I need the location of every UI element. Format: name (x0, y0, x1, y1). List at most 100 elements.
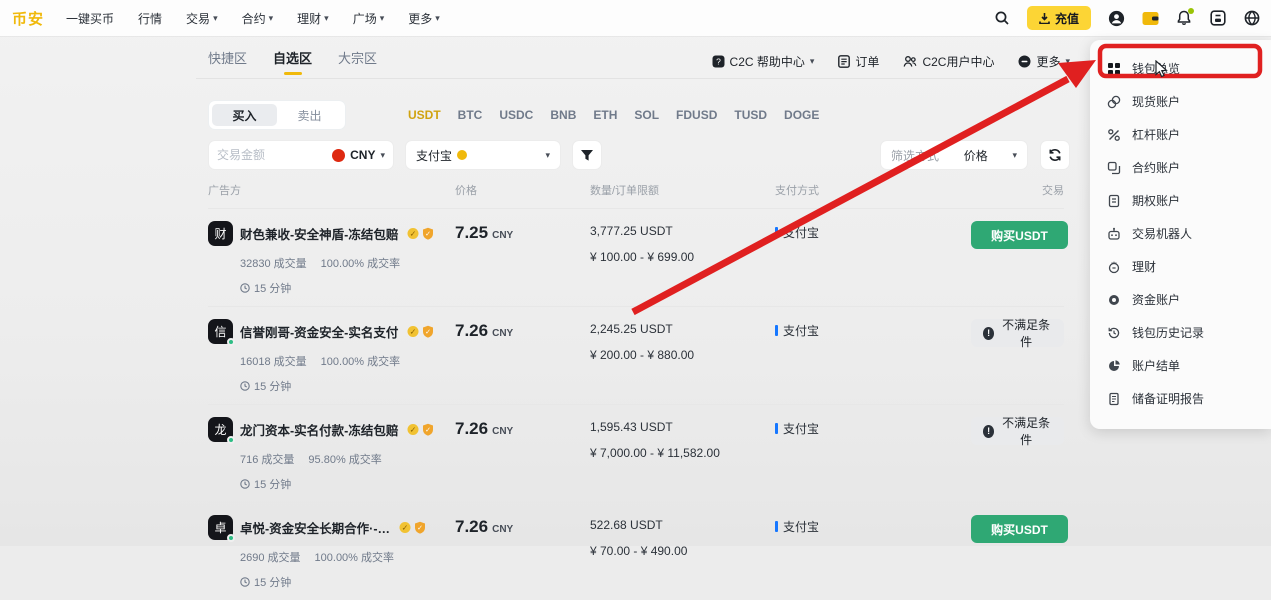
funnel-icon (580, 149, 594, 162)
menu-item-wallet-overview[interactable]: 钱包总览 (1090, 52, 1271, 85)
zone-tabs-row: 快捷区 自选区 大宗区 ? C2C 帮助中心 ▾ 订单 C2C用户中心 更多 ▾ (208, 46, 1070, 76)
payment-method-select[interactable]: 支付宝 ▾ (405, 140, 561, 170)
conditions-not-met-button[interactable]: ! 不满足条件 (971, 417, 1064, 445)
coin-tabs: USDT BTC USDC BNB ETH SOL FDUSD TUSD DOG… (408, 108, 819, 122)
nav-item-markets[interactable]: 行情 (138, 10, 162, 27)
order-limits: ¥ 100.00 - ¥ 699.00 (590, 250, 775, 264)
coin-tab-usdc[interactable]: USDC (499, 108, 533, 122)
merchant-name[interactable]: 财色兼收-安全神盾-冻结包赔 (240, 224, 398, 243)
merchant-name[interactable]: 卓悦-资金安全长期合作·-… (240, 518, 390, 537)
menu-item-account-statement[interactable]: 账户结单 (1090, 349, 1271, 382)
release-time: 15 分钟 (240, 280, 455, 296)
buy-usdt-button[interactable]: 购买USDT (971, 221, 1068, 249)
coin-tab-sol[interactable]: SOL (634, 108, 659, 122)
payment-cell: 支付宝 (775, 515, 971, 535)
available-amount: 522.68 USDT (590, 518, 775, 532)
menu-item-margin-account[interactable]: 杠杆账户 (1090, 118, 1271, 151)
payment-method: 支付宝 (783, 224, 819, 241)
menu-item-futures-account[interactable]: 合约账户 (1090, 151, 1271, 184)
nav-label: 合约 (242, 10, 266, 27)
trade-controls-row: 买入 卖出 USDT BTC USDC BNB ETH SOL FDUSD TU… (208, 100, 1070, 130)
nav-item-square[interactable]: 广场▾ (353, 10, 385, 27)
deposit-button[interactable]: 充值 (1027, 6, 1091, 30)
users-icon (903, 55, 917, 68)
refresh-button[interactable] (1040, 140, 1070, 170)
sort-select[interactable]: 筛选方式 价格 ▾ (880, 140, 1028, 170)
menu-item-spot-account[interactable]: 现货账户 (1090, 85, 1271, 118)
sell-toggle[interactable]: 卖出 (277, 104, 342, 126)
quantity-cell: 3,777.25 USDT ¥ 100.00 - ¥ 699.00 (590, 221, 775, 296)
profile-icon[interactable] (1107, 9, 1125, 27)
advanced-filter-button[interactable] (572, 140, 602, 170)
binance-logo[interactable]: 币安 (12, 8, 44, 29)
gold-medal-icon: ✓ (407, 423, 419, 436)
chevron-down-icon: ▾ (1065, 57, 1070, 66)
release-time-label: 15 分钟 (254, 280, 291, 296)
table-header-row: 广告方 价格 数量/订单限额 支付方式 交易 (208, 182, 1064, 208)
tab-block-zone[interactable]: 大宗区 (338, 48, 377, 75)
price-cell: 7.26 CNY (455, 515, 590, 590)
help-link-label: C2C 帮助中心 (730, 53, 805, 70)
buy-toggle[interactable]: 买入 (212, 104, 277, 126)
zone-tabs: 快捷区 自选区 大宗区 (208, 48, 377, 75)
avatar: 卓 (208, 515, 233, 540)
merchant-badges: ✓ ✓ (407, 423, 434, 436)
nav-item-futures[interactable]: 合约▾ (242, 10, 274, 27)
coin-tab-btc[interactable]: BTC (458, 108, 483, 122)
menu-item-funding-account[interactable]: 资金账户 (1090, 283, 1271, 316)
coin-tab-doge[interactable]: DOGE (784, 108, 819, 122)
payment-icon (457, 150, 467, 160)
menu-item-label: 钱包历史记录 (1132, 324, 1204, 341)
nav-label: 交易 (186, 10, 210, 27)
coin-tab-bnb[interactable]: BNB (550, 108, 576, 122)
menu-item-proof-of-reserves[interactable]: 储备证明报告 (1090, 382, 1271, 415)
c2c-help-center-link[interactable]: ? C2C 帮助中心 ▾ (712, 53, 815, 70)
c2c-user-center-link[interactable]: C2C用户中心 (903, 53, 994, 70)
order-limits: ¥ 70.00 - ¥ 490.00 (590, 544, 775, 558)
price-value: 7.26 (455, 321, 488, 341)
wallet-icon[interactable] (1141, 9, 1159, 27)
menu-item-label: 账户结单 (1132, 357, 1180, 374)
alipay-bar-icon (775, 521, 778, 532)
language-globe-icon[interactable] (1243, 9, 1261, 27)
online-indicator (227, 338, 235, 346)
clock-icon (240, 283, 250, 293)
more-link[interactable]: 更多 ▾ (1018, 53, 1070, 70)
coin-tab-tusd[interactable]: TUSD (734, 108, 767, 122)
menu-item-label: 钱包总览 (1132, 60, 1180, 77)
menu-item-earn[interactable]: 理财 (1090, 250, 1271, 283)
conditions-not-met-button[interactable]: ! 不满足条件 (971, 319, 1064, 347)
menu-item-wallet-history[interactable]: 钱包历史记录 (1090, 316, 1271, 349)
trade-count: 32830 成交量 (240, 255, 307, 271)
nav-item-buy-crypto[interactable]: 一键买币 (66, 10, 114, 27)
quantity-cell: 522.68 USDT ¥ 70.00 - ¥ 490.00 (590, 515, 775, 590)
tab-express-zone[interactable]: 快捷区 (208, 48, 247, 75)
trade-count: 716 成交量 (240, 451, 294, 467)
orders-link[interactable]: 订单 (838, 53, 879, 70)
nav-item-more[interactable]: 更多▾ (408, 10, 440, 27)
search-icon[interactable] (993, 9, 1011, 27)
buy-usdt-button[interactable]: 购买USDT (971, 515, 1068, 543)
coin-tab-fdusd[interactable]: FDUSD (676, 108, 717, 122)
sort-value: 价格 (964, 147, 988, 164)
qr-scan-icon[interactable] (1209, 9, 1227, 27)
advertiser-cell: 龙 龙门资本-实名付款-冻结包赔 ✓ ✓ 716 成交量 95.80% 成交率 … (208, 417, 455, 492)
nav-item-earn[interactable]: 理财▾ (297, 10, 329, 27)
notifications-bell-icon[interactable] (1175, 9, 1193, 27)
nav-item-trade[interactable]: 交易▾ (186, 10, 218, 27)
exclamation-icon: ! (983, 327, 994, 340)
menu-item-label: 杠杆账户 (1132, 126, 1180, 143)
coin-tab-eth[interactable]: ETH (593, 108, 617, 122)
available-amount: 2,245.25 USDT (590, 322, 775, 336)
amount-input[interactable] (217, 148, 295, 162)
merchant-name[interactable]: 信誉刚哥-资金安全-实名支付 (240, 322, 398, 341)
avatar: 龙 (208, 417, 233, 442)
menu-item-options-account[interactable]: 期权账户 (1090, 184, 1271, 217)
merchant-name[interactable]: 龙门资本-实名付款-冻结包赔 (240, 420, 398, 439)
sort-label: 筛选方式 (891, 147, 939, 164)
coin-tab-usdt[interactable]: USDT (408, 108, 441, 122)
user-center-link-label: C2C用户中心 (922, 53, 994, 70)
tab-p2p-zone[interactable]: 自选区 (273, 48, 312, 75)
fiat-select[interactable]: CNY ▾ (332, 148, 385, 162)
menu-item-trading-bots[interactable]: 交易机器人 (1090, 217, 1271, 250)
